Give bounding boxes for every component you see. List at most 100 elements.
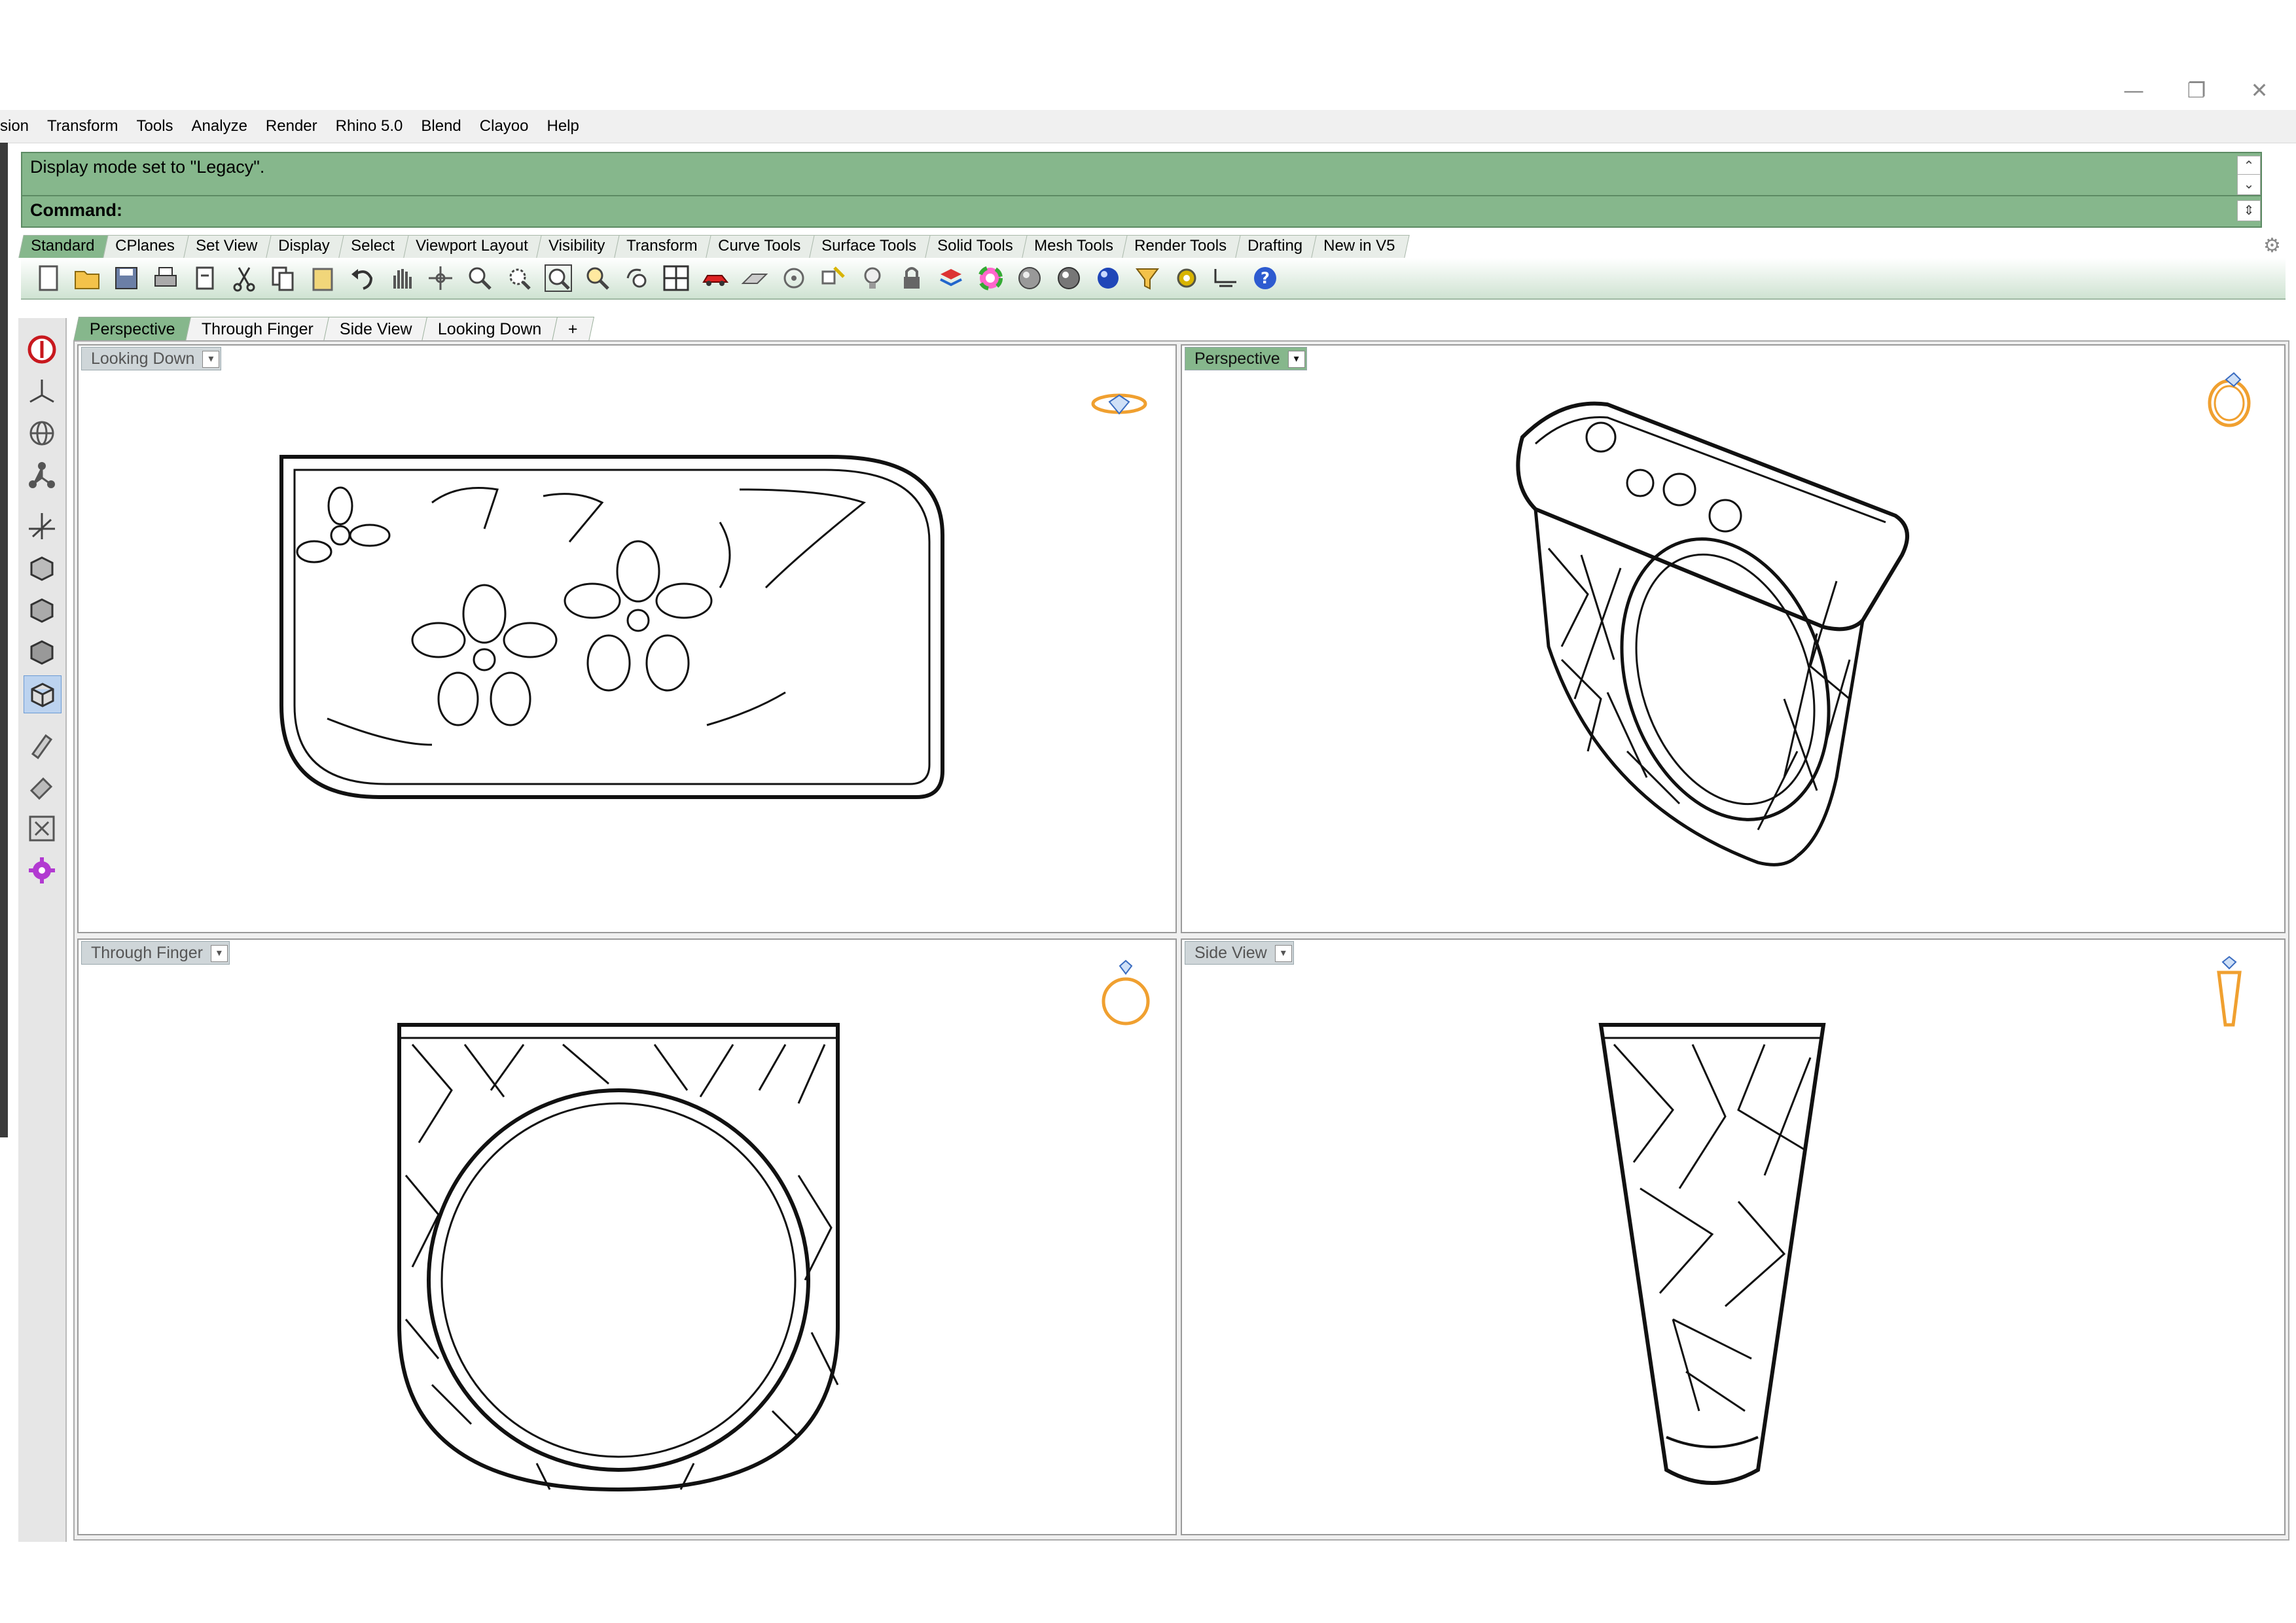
minimize-button[interactable]: — — [2108, 77, 2160, 103]
add-viewport-tab[interactable]: + — [551, 317, 594, 342]
cancel-icon[interactable] — [24, 331, 60, 368]
axes-icon[interactable] — [24, 373, 60, 410]
ring-front-orientation-icon — [1102, 959, 1150, 1026]
dimension-icon[interactable] — [1208, 260, 1244, 296]
viewport-dropdown-icon[interactable]: ▾ — [202, 351, 220, 368]
tool-tab-display[interactable]: Display — [266, 235, 345, 258]
tool-tab-render-tools[interactable]: Render Tools — [1122, 235, 1242, 258]
viewport-tab-through-finger[interactable]: Through Finger — [185, 317, 330, 342]
menu-item-blend[interactable]: Blend — [412, 117, 470, 135]
frame-icon[interactable] — [24, 810, 60, 847]
cplane-icon[interactable] — [737, 260, 772, 296]
viewport-tab-label: Perspective — [89, 320, 175, 338]
point-icon[interactable] — [776, 260, 812, 296]
viewport-through-finger[interactable]: Through Finger ▾ — [77, 938, 1177, 1535]
tool-tab-transform[interactable]: Transform — [614, 235, 712, 258]
zoom-icon[interactable] — [462, 260, 497, 296]
tool-tab-set-view[interactable]: Set View — [183, 235, 273, 258]
options-gear-icon[interactable] — [1169, 260, 1204, 296]
viewport-label[interactable]: Through Finger ▾ — [81, 941, 230, 965]
import-icon[interactable] — [187, 260, 223, 296]
paint-icon[interactable] — [24, 768, 60, 805]
viewport-dropdown-icon[interactable]: ▾ — [1287, 351, 1305, 368]
layer-icon[interactable] — [933, 260, 969, 296]
viewport-label[interactable]: Side View ▾ — [1185, 941, 1294, 965]
viewport-side-view[interactable]: Side View ▾ — [1181, 938, 2286, 1535]
tool-tab-solid-tools[interactable]: Solid Tools — [925, 235, 1028, 258]
tab-options-gear-icon[interactable]: ⚙ — [2263, 234, 2281, 257]
undo-view-icon[interactable] — [619, 260, 655, 296]
blue-sphere-icon[interactable] — [1090, 260, 1126, 296]
undo-icon[interactable] — [344, 260, 380, 296]
snap-icon[interactable] — [816, 260, 851, 296]
viewport-looking-down[interactable]: Looking Down ▾ — [77, 344, 1177, 933]
viewport-dropdown-icon[interactable]: ▾ — [1274, 945, 1292, 962]
pan-hand-icon[interactable] — [384, 260, 419, 296]
globe-icon[interactable] — [24, 415, 60, 452]
copy-icon[interactable] — [266, 260, 301, 296]
menu-item-session[interactable]: sion — [0, 117, 38, 135]
viewport-dropdown-icon[interactable]: ▾ — [210, 945, 228, 962]
tool-tab-label: Drafting — [1247, 237, 1303, 255]
color-wheel-icon[interactable] — [973, 260, 1008, 296]
cut-icon[interactable] — [226, 260, 262, 296]
lock-icon[interactable] — [894, 260, 929, 296]
viewport-label[interactable]: Looking Down ▾ — [81, 347, 222, 370]
tool-tab-select[interactable]: Select — [338, 235, 410, 258]
tool-tab-drafting[interactable]: Drafting — [1235, 235, 1318, 258]
scroll-down-icon[interactable]: ⌄ — [2237, 174, 2261, 195]
tool-tab-mesh-tools[interactable]: Mesh Tools — [1022, 235, 1128, 258]
box-perspective-icon[interactable] — [24, 675, 62, 713]
rendered-sphere-icon[interactable] — [1051, 260, 1086, 296]
open-folder-icon[interactable] — [69, 260, 105, 296]
help-icon[interactable]: ? — [1247, 260, 1283, 296]
tool-tab-new-in-v5[interactable]: New in V5 — [1311, 235, 1410, 258]
tool-tab-curve-tools[interactable]: Curve Tools — [706, 235, 816, 258]
shaded-sphere-icon[interactable] — [1012, 260, 1047, 296]
menu-item-render[interactable]: Render — [257, 117, 327, 135]
light-bulb-icon[interactable] — [855, 260, 890, 296]
tool-tab-cplanes[interactable]: CPlanes — [103, 235, 190, 258]
viewport-label[interactable]: Perspective ▾ — [1185, 347, 1307, 370]
menu-item-analyze[interactable]: Analyze — [183, 117, 257, 135]
menu-item-tools[interactable]: Tools — [128, 117, 183, 135]
command-spinner-icon[interactable]: ⇕ — [2237, 200, 2261, 221]
filter-icon[interactable] — [1130, 260, 1165, 296]
car-icon[interactable] — [698, 260, 733, 296]
tool-tab-standard[interactable]: Standard — [18, 235, 110, 258]
menu-item-help[interactable]: Help — [538, 117, 588, 135]
box-right-icon[interactable] — [24, 633, 60, 670]
tool-tab-viewport-layout[interactable]: Viewport Layout — [403, 235, 543, 258]
command-input[interactable] — [120, 199, 2152, 223]
pen-icon[interactable] — [24, 726, 60, 763]
menu-item-rhino5[interactable]: Rhino 5.0 — [327, 117, 412, 135]
zoom-window-icon[interactable] — [501, 260, 537, 296]
zoom-extents-icon[interactable] — [541, 260, 576, 296]
viewport-tab-perspective[interactable]: Perspective — [73, 317, 192, 342]
gumball-axes-icon[interactable] — [24, 508, 60, 544]
save-icon[interactable] — [109, 260, 144, 296]
tool-tab-surface-tools[interactable]: Surface Tools — [809, 235, 932, 258]
ring-side-orientation-icon — [2217, 955, 2242, 1027]
zoom-selected-icon[interactable] — [580, 260, 615, 296]
restore-button[interactable]: ❐ — [2170, 77, 2223, 103]
viewport-tab-side-view[interactable]: Side View — [323, 317, 429, 342]
tool-tab-label: CPlanes — [115, 237, 175, 255]
box-front-icon[interactable] — [24, 592, 60, 628]
four-viewports-icon[interactable] — [658, 260, 694, 296]
menu-item-clayoo[interactable]: Clayoo — [471, 117, 538, 135]
ring-orientation-icon — [2208, 372, 2251, 427]
tool-tab-visibility[interactable]: Visibility — [536, 235, 620, 258]
viewport-tab-looking-down[interactable]: Looking Down — [422, 317, 558, 342]
print-icon[interactable] — [148, 260, 183, 296]
rotate-view-icon[interactable] — [423, 260, 458, 296]
close-button[interactable]: ✕ — [2233, 77, 2286, 103]
ring-top-view — [279, 455, 944, 799]
paste-icon[interactable] — [305, 260, 340, 296]
viewport-perspective[interactable]: Perspective ▾ — [1181, 344, 2286, 933]
purple-gear-icon[interactable] — [24, 852, 60, 889]
menu-item-transform[interactable]: Transform — [38, 117, 127, 135]
tripod-icon[interactable] — [24, 457, 60, 493]
box-top-icon[interactable] — [24, 550, 60, 586]
new-file-icon[interactable] — [30, 260, 65, 296]
